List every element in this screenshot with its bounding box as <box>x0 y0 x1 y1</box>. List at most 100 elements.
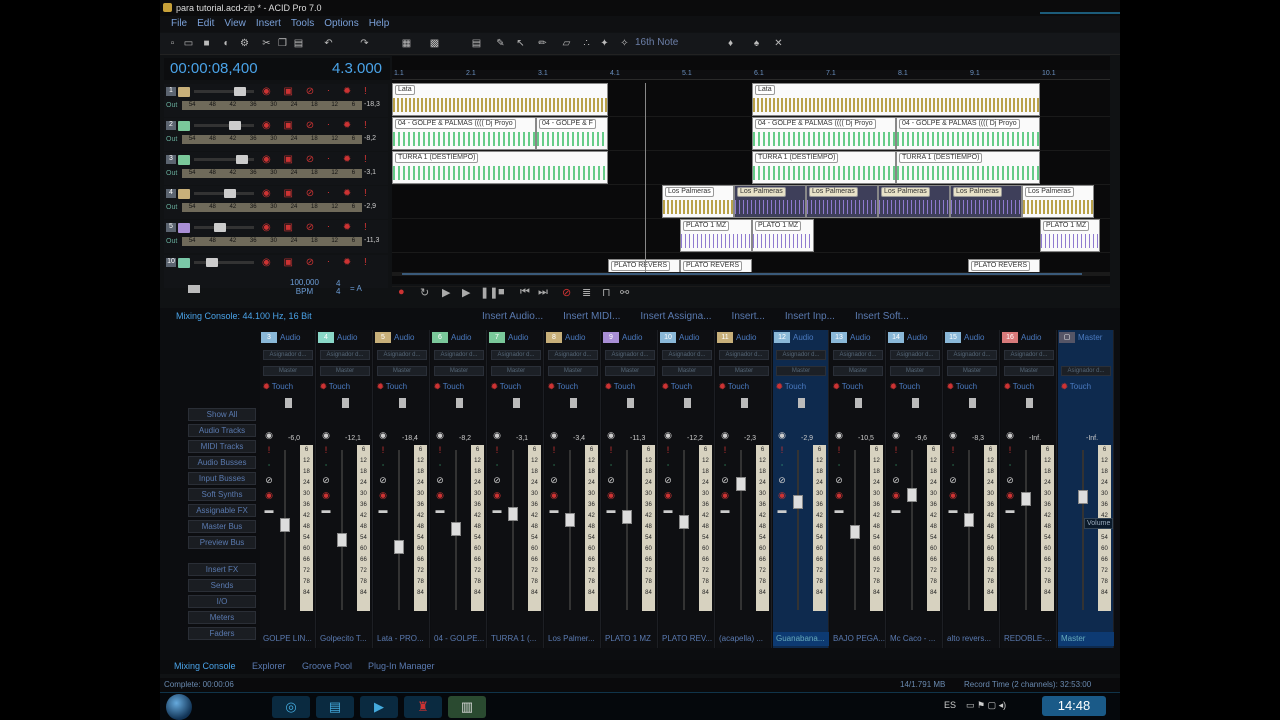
volume-fader[interactable] <box>793 495 803 509</box>
audio-clip[interactable]: Los Palmeras <box>1022 185 1094 218</box>
tray-icons[interactable]: ▭ ⚑ ▢ ◂) <box>966 700 1006 711</box>
automation-mode[interactable]: ✹ Touch <box>491 382 521 391</box>
volume-fader[interactable] <box>1021 492 1031 506</box>
mixer-channel[interactable]: 9 Audio Asignador d... Master ✹ Touch ◉! ⋅ ⊘ ◉ ▬ -… <box>602 330 658 648</box>
console-nav-button[interactable]: Audio Tracks <box>188 424 256 437</box>
automation-mode[interactable]: ✹ Touch <box>320 382 350 391</box>
automation-mode[interactable]: ✹ Touch <box>263 382 293 391</box>
volume-fader[interactable] <box>907 487 917 502</box>
ruler-tick[interactable]: 1.1 <box>394 70 404 77</box>
select-tool-icon[interactable]: ▦ <box>400 37 413 50</box>
channel-icons[interactable]: ◉! ⋅ ⊘ ◉ ▬ <box>434 428 446 518</box>
scroll-thumb[interactable] <box>402 273 1082 275</box>
automation-mode[interactable]: ✹ Touch <box>548 382 578 391</box>
output-selector[interactable]: Master <box>833 366 883 376</box>
console-nav-button[interactable]: I/O <box>188 595 256 608</box>
channel-icons[interactable]: ◉! ⋅ ⊘ ◉ ▬ <box>377 428 389 518</box>
volume-fader[interactable] <box>394 540 404 554</box>
slider-knob[interactable] <box>234 87 246 96</box>
audio-clip[interactable]: TURRA 1 (DESTIEMPO) <box>896 151 1040 184</box>
assignable-fx-slot[interactable]: Asignador d... <box>548 350 598 360</box>
assignable-fx-slot[interactable]: Asignador d... <box>377 350 427 360</box>
track-color-swatch[interactable] <box>178 87 190 97</box>
volume-fader[interactable] <box>280 517 290 532</box>
assignable-fx-slot[interactable]: Asignador d... <box>320 350 370 360</box>
copy-icon[interactable]: ❐ <box>276 37 289 50</box>
channel-name[interactable]: GOLPE LIN... <box>260 632 316 646</box>
track-volume-slider[interactable] <box>194 189 254 198</box>
channel-icons[interactable]: ◉! ⋅ ⊘ ◉ ▬ <box>1004 428 1016 518</box>
console-nav-button[interactable]: Preview Bus <box>188 536 256 549</box>
clock[interactable]: 14:48 <box>1042 696 1106 716</box>
audio-clip[interactable]: Lata <box>392 83 608 116</box>
console-nav-button[interactable]: Faders <box>188 627 256 640</box>
channel-icons[interactable]: ◉! ⋅ ⊘ ◉ ▬ <box>890 428 902 518</box>
output-selector[interactable]: Master <box>947 366 997 376</box>
menu-view[interactable]: View <box>219 16 251 32</box>
console-nav-button[interactable]: Input Busses <box>188 472 256 485</box>
audio-clip[interactable]: 04 - GOLPE & PALMAS (((( Dj Proyo <box>896 117 1040 150</box>
automation-mode[interactable]: ✹ Touch <box>434 382 464 391</box>
audio-clip[interactable]: Los Palmeras <box>662 185 734 218</box>
fader-track[interactable] <box>626 450 628 610</box>
stop-icon[interactable]: ■ <box>498 286 505 298</box>
console-nav-button[interactable]: Audio Busses <box>188 456 256 469</box>
fader-track[interactable] <box>1082 450 1084 610</box>
fader-track[interactable] <box>569 450 571 610</box>
channel-icons[interactable]: ◉! ⋅ ⊘ ◉ ▬ <box>833 428 845 518</box>
fader-track[interactable] <box>512 450 514 610</box>
channel-icons[interactable]: ◉! ⋅ ⊘ ◉ ▬ <box>263 428 275 518</box>
key-display[interactable]: = A <box>350 284 362 293</box>
slider-knob[interactable] <box>224 189 236 198</box>
fader-track[interactable] <box>683 450 685 610</box>
fader-track[interactable] <box>797 450 799 610</box>
output-selector[interactable]: Master <box>434 366 484 376</box>
pan-knob[interactable] <box>285 398 292 408</box>
mixer-channel[interactable]: 12 Audio Asignador d... Master ✹ Touch ◉! ⋅ ⊘ ◉ ▬… <box>773 330 829 648</box>
timeline-area[interactable]: 1.1 2.1 3.1 4.1 5.1 6.1 7.1 8.1 9.1 10.1 Lata Lata… <box>392 56 1110 287</box>
play-from-start-icon[interactable]: ▶ <box>442 286 450 299</box>
mixer-channel[interactable]: 10 Audio Asignador d... Master ✹ Touch ◉! ⋅ ⊘ ◉ ▬… <box>659 330 715 648</box>
channel-name[interactable]: alto revers... <box>944 632 1000 646</box>
cut-icon[interactable]: ✂ <box>260 37 273 50</box>
volume-fader[interactable] <box>508 507 518 521</box>
tab-groove-pool[interactable]: Groove Pool <box>302 661 352 671</box>
horizontal-scrollbar[interactable] <box>392 272 1110 276</box>
slider-knob[interactable] <box>206 258 218 267</box>
ruler-tick[interactable]: 7.1 <box>826 70 836 77</box>
track-color-swatch[interactable] <box>178 258 190 268</box>
tab-explorer[interactable]: Explorer <box>252 661 286 671</box>
play-icon[interactable]: ▶ <box>462 286 470 299</box>
channel-name[interactable]: Los Palmer... <box>545 632 601 646</box>
channel-icons[interactable]: ◉! ⋅ ⊘ ◉ ▬ <box>605 428 617 518</box>
start-button[interactable] <box>166 694 192 720</box>
volume-fader[interactable] <box>964 513 974 527</box>
window-controls[interactable] <box>1040 2 1120 14</box>
output-selector[interactable]: Master <box>491 366 541 376</box>
track-buttons[interactable]: ◉ ▣ ⊘ ⋅ ✹ ! <box>262 257 372 268</box>
track-volume-slider[interactable] <box>194 258 254 267</box>
channel-icons[interactable]: ◉! ⋅ ⊘ ◉ ▬ <box>548 428 560 518</box>
assignable-fx-slot[interactable]: Asignador d... <box>491 350 541 360</box>
assignable-fx-slot[interactable]: Asignador d... <box>1004 350 1054 360</box>
new-file-icon[interactable]: ▫ <box>166 37 179 50</box>
menu-options[interactable]: Options <box>319 16 363 32</box>
ruler-tick[interactable]: 3.1 <box>538 70 548 77</box>
properties-icon[interactable]: ⚙ <box>238 37 251 50</box>
pan-knob[interactable] <box>513 398 520 408</box>
mixer-channel[interactable]: 5 Audio Asignador d... Master ✹ Touch ◉! ⋅ ⊘ ◉ ▬ -… <box>374 330 430 648</box>
channel-icons[interactable]: ◉! ⋅ ⊘ ◉ ▬ <box>947 428 959 518</box>
audio-clip[interactable]: 04 - GOLPE & PALMAS (((( Dj Proyo <box>392 117 536 150</box>
track-header[interactable]: 1 ◉ ▣ ⊘ ⋅ ✹ ! Out 54 48 42 36 30 24 18 12 6 -18,3 <box>164 84 388 117</box>
pan-knob[interactable] <box>1026 398 1033 408</box>
channel-name[interactable]: 04 - GOLPE... <box>431 632 487 646</box>
open-folder-icon[interactable]: ▭ <box>182 37 195 50</box>
audio-clip[interactable]: PLATO 1 MZ <box>1040 219 1100 252</box>
output-selector[interactable]: Master <box>776 366 826 376</box>
audio-clip[interactable]: PLATO 1 MZ <box>752 219 814 252</box>
menu-edit[interactable]: Edit <box>192 16 219 32</box>
ruler-tick[interactable]: 9.1 <box>970 70 980 77</box>
menu-help[interactable]: Help <box>364 16 395 32</box>
pan-knob[interactable] <box>684 398 691 408</box>
assignable-fx-slot[interactable]: Asignador d... <box>662 350 712 360</box>
